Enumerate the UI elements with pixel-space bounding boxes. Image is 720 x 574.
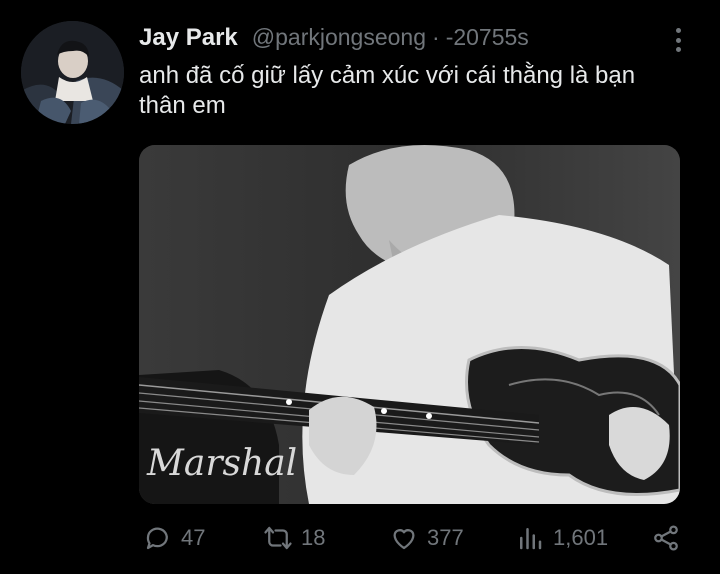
tweet-media-image[interactable]: Marshal — [139, 145, 680, 504]
avatar-image — [21, 21, 124, 124]
separator-dot: · — [432, 24, 440, 50]
timestamp[interactable]: -20755s — [446, 24, 529, 51]
share-icon — [654, 525, 678, 551]
reply-button[interactable]: 47 — [143, 520, 205, 556]
svg-text:Marshal: Marshal — [146, 443, 297, 484]
like-button[interactable]: 377 — [389, 520, 464, 556]
vertical-dots-icon — [675, 28, 681, 33]
author-name[interactable]: Jay Park — [139, 24, 238, 52]
guitar-photo: Marshal — [139, 145, 680, 504]
share-button[interactable] — [651, 520, 689, 556]
bar-chart-icon — [520, 528, 542, 550]
speech-bubble-icon — [146, 527, 168, 550]
author-handle[interactable]: @parkjongseong — [252, 24, 426, 51]
avatar[interactable] — [21, 21, 124, 124]
views-button[interactable]: 1,601 — [515, 520, 608, 556]
heart-icon — [393, 529, 415, 550]
tweet-header: Jay Park @parkjongseong · -20755s — [139, 24, 529, 52]
reply-count: 47 — [181, 525, 206, 550]
retweet-button[interactable]: 18 — [263, 520, 325, 556]
tweet-actions: 47 18 377 1,601 — [139, 520, 680, 556]
more-options-button[interactable] — [668, 26, 688, 54]
views-count: 1,601 — [553, 525, 609, 550]
like-count: 377 — [427, 525, 464, 550]
retweet-count: 18 — [301, 525, 326, 550]
tweet-text: anh đã cố giữ lấy cảm xúc với cái thằng … — [139, 62, 636, 119]
retweet-icon — [264, 526, 292, 550]
